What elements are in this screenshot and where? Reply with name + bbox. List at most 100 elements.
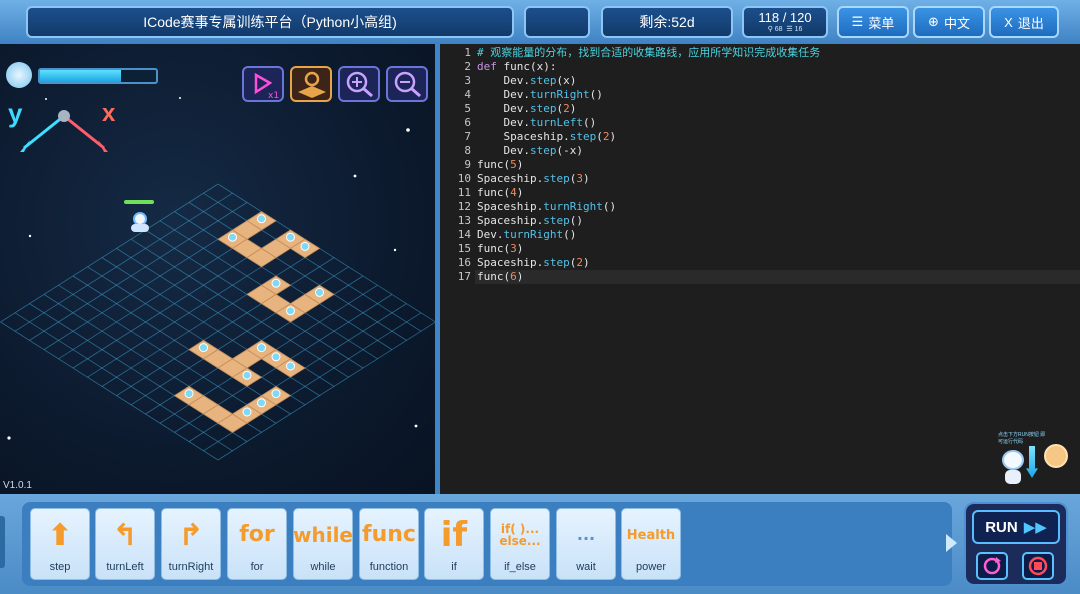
block-step[interactable]: ⬆ step [30,508,90,580]
block-while[interactable]: while while [293,508,353,580]
reset-button[interactable] [976,552,1008,580]
run-panel: RUN ▶▶ [964,502,1068,586]
block-icon-text: Health [626,527,676,543]
line-number: 8 [464,144,471,157]
block-power[interactable]: Health power [621,508,681,580]
line-number: 6 [464,116,471,129]
block-turnRight-icon: ↱ [178,517,204,553]
refresh-icon [983,557,1001,575]
block-wait-icon: ... [557,515,615,555]
line-number: 2 [464,60,471,73]
code-line[interactable]: Spaceship.step(3) [477,172,590,186]
code-line[interactable]: Dev.turnRight() [477,228,576,242]
energy-gem [271,389,281,399]
code-line[interactable]: Dev.step(-x) [477,144,583,158]
menu-button[interactable]: ☰ 菜单 [837,6,909,38]
block-wait[interactable]: ... wait [556,508,616,580]
block-icon-text: if [440,515,468,555]
code-line[interactable]: Dev.step(x) [477,74,576,88]
energy-gem [199,343,208,353]
block-turnRight[interactable]: ↱ turnRight [161,508,221,580]
block-if[interactable]: if if [424,508,484,580]
progress-main: 118 / 120 [758,10,812,25]
blank-panel [524,6,590,38]
language-label: 中文 [943,15,970,31]
energy-gem [286,232,295,242]
stop-button[interactable] [1022,552,1054,580]
game-scene[interactable]: y x x1 V1.0.1 [0,44,435,494]
code-line[interactable]: func(4) [477,186,523,200]
block-if-else[interactable]: if( )... else... if_else [490,508,550,580]
zoom-in-button[interactable] [338,66,380,102]
code-line[interactable]: Spaceship.step(2) [477,130,616,144]
block-for[interactable]: for for [227,508,287,580]
line-number: 5 [464,102,471,115]
line-number: 12 [457,200,471,213]
block-label: for [250,561,264,573]
grid-line [14,312,233,452]
block-while-icon: while [293,515,353,555]
block-function[interactable]: func function [359,508,419,580]
block-if-else-icon: if( )... else... [491,515,549,555]
block-label: if [451,561,457,573]
line-number: 10 [457,172,471,185]
left-collapse-tab[interactable] [0,516,5,568]
code-line[interactable]: Spaceship.step() [477,214,583,228]
rank-icon: ⚲ [767,26,773,33]
block-turnLeft[interactable]: ↰ turnLeft [95,508,155,580]
block-if-icon: if [425,515,483,555]
block-icon-text: ... [576,525,596,544]
speed-button[interactable]: x1 [242,66,284,102]
line-number: 14 [457,228,471,241]
globe-icon: ⊕ [928,14,939,29]
energy-gem [271,278,281,288]
block-step-icon: ⬆ [47,517,73,553]
map-button[interactable] [290,66,332,102]
block-icon-text: if( )... else... [499,522,541,548]
code-editor[interactable]: 1 2 3 4 5 6 7 8 9 10 11 12 13 14 15 16 17 # 观察能量的分布，找到合适… [440,44,1080,494]
code-line[interactable]: func(3) [477,242,523,256]
code-line[interactable]: func(6) [477,270,523,284]
code-line[interactable]: Dev.turnRight() [477,88,602,102]
svg-text:x1: x1 [268,91,279,100]
code-line[interactable]: def func(x): [477,60,556,74]
bell-icon[interactable] [1044,444,1068,468]
grid-line [14,192,233,332]
exit-label: 退出 [1017,15,1044,31]
line-number: 17 [457,270,471,283]
tray-scroll-arrow[interactable] [946,534,957,552]
line-number: 4 [464,88,471,101]
code-line[interactable]: Dev.step(2) [477,102,576,116]
block-power-icon: Health [622,515,680,555]
zoom-out-icon [394,71,421,98]
close-icon: X [1004,14,1013,30]
run-button[interactable]: RUN ▶▶ [972,510,1060,544]
zoom-out-button[interactable] [386,66,428,102]
run-label: RUN [985,518,1018,536]
remaining-days: 剩余:52d [601,6,733,38]
code-line[interactable]: Spaceship.turnRight() [477,200,616,214]
energy-meter [38,68,158,84]
energy-gem [315,287,324,297]
grid-line [188,202,407,341]
block-icon-text: for [239,522,275,547]
code-line[interactable]: # 观察能量的分布，找到合适的收集路线，应用所学知识完成收集任务 [477,46,820,60]
fast-forward-icon: ▶▶ [1023,519,1047,536]
page-title: ICode赛事专属训练平台（Python小高组) [26,6,514,38]
menu-label: 菜单 [868,15,895,31]
language-button[interactable]: ⊕ 中文 [913,6,985,38]
line-number: 13 [457,214,471,227]
list-icon: ☰ [786,26,793,33]
block-icon-text: func [362,522,416,547]
line-number: 7 [464,130,471,143]
grid-line [203,192,422,332]
energy-gem [257,398,266,408]
energy-gem [242,370,252,380]
code-line[interactable]: func(5) [477,158,523,172]
remaining-text: 剩余:52d [639,14,695,30]
block-label: turnRight [168,561,214,573]
exit-button[interactable]: X 退出 [989,6,1059,38]
code-line[interactable]: Spaceship.step(2) [477,256,590,270]
grid-line [0,183,219,323]
code-line[interactable]: Dev.turnLeft() [477,116,596,130]
